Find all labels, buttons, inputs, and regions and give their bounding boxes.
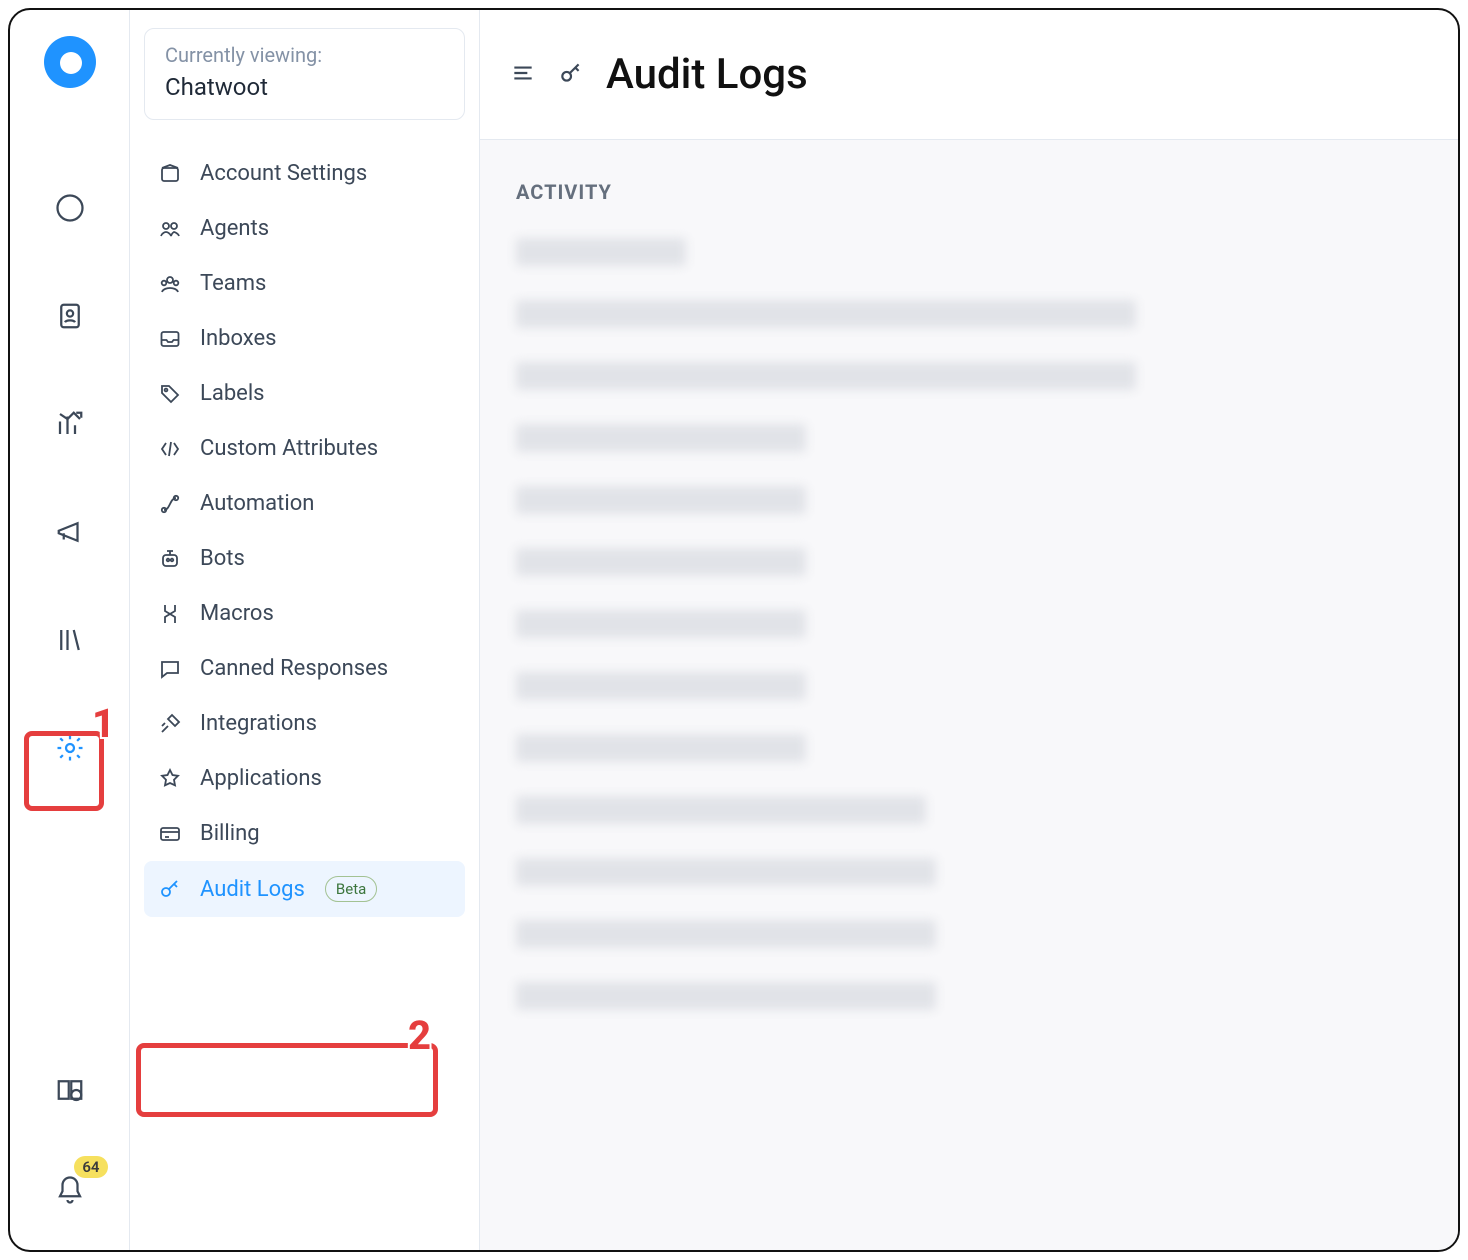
nav-settings[interactable] [50, 728, 90, 768]
sidebar-item-label: Account Settings [200, 161, 367, 186]
account-settings-icon [158, 162, 182, 186]
megaphone-icon [55, 517, 85, 547]
activity-row [516, 238, 686, 266]
sidebar-item-label: Automation [200, 491, 314, 516]
inboxes-icon [158, 327, 182, 351]
primary-nav-rail: 64 [10, 10, 130, 1250]
sidebar-item-label: Macros [200, 601, 274, 626]
activity-row [516, 796, 926, 824]
sidebar-item-label: Canned Responses [200, 656, 388, 681]
nav-docs[interactable] [50, 1070, 90, 1110]
topbar: Audit Logs [480, 10, 1458, 140]
settings-sidebar: Currently viewing: Chatwoot Account Sett… [130, 10, 480, 1250]
bots-icon [158, 547, 182, 571]
sidebar-item-integrations[interactable]: Integrations [144, 696, 465, 751]
nav-library[interactable] [50, 620, 90, 660]
activity-row [516, 982, 936, 1010]
notifications-badge: 64 [74, 1156, 107, 1178]
sidebar-item-canned-responses[interactable]: Canned Responses [144, 641, 465, 696]
activity-list [516, 238, 1422, 1010]
sidebar-item-label: Billing [200, 821, 260, 846]
chat-icon [55, 193, 85, 223]
activity-row [516, 672, 806, 700]
activity-section-title: ACTIVITY [516, 180, 1422, 204]
sidebar-item-applications[interactable]: Applications [144, 751, 465, 806]
chart-up-icon [55, 409, 85, 439]
nav-campaigns[interactable] [50, 512, 90, 552]
integrations-icon [158, 712, 182, 736]
sidebar-item-label: Bots [200, 546, 245, 571]
sidebar-item-agents[interactable]: Agents [144, 201, 465, 256]
nav-notifications[interactable]: 64 [50, 1170, 90, 1210]
sidebar-item-billing[interactable]: Billing [144, 806, 465, 861]
sidebar-item-label: Labels [200, 381, 265, 406]
sidebar-item-label: Applications [200, 766, 322, 791]
sidebar-item-macros[interactable]: Macros [144, 586, 465, 641]
sidebar-item-account-settings[interactable]: Account Settings [144, 146, 465, 201]
sidebar-item-labels[interactable]: Labels [144, 366, 465, 421]
activity-row [516, 424, 806, 452]
books-icon [55, 625, 85, 655]
agents-icon [158, 217, 182, 241]
sidebar-item-label: Agents [200, 216, 269, 241]
sidebar-item-label: Integrations [200, 711, 317, 736]
sidebar-item-label: Teams [200, 271, 266, 296]
sidebar-item-audit-logs[interactable]: Audit Logs Beta [144, 861, 465, 917]
activity-row [516, 610, 806, 638]
account-switcher-label: Currently viewing: [165, 43, 444, 67]
activity-row [516, 858, 936, 886]
teams-icon [158, 272, 182, 296]
book-globe-icon [55, 1075, 85, 1105]
app-logo[interactable] [44, 36, 96, 88]
sidebar-item-label: Inboxes [200, 326, 277, 351]
sidebar-item-automation[interactable]: Automation [144, 476, 465, 531]
key-icon [558, 60, 584, 86]
account-switcher[interactable]: Currently viewing: Chatwoot [144, 28, 465, 120]
audit-logs-icon [158, 877, 182, 901]
contact-book-icon [55, 301, 85, 331]
billing-icon [158, 822, 182, 846]
sidebar-item-bots[interactable]: Bots [144, 531, 465, 586]
macros-icon [158, 602, 182, 626]
activity-row [516, 734, 806, 762]
account-switcher-name: Chatwoot [165, 73, 444, 101]
sidebar-item-label: Audit Logs [200, 877, 305, 902]
nav-contacts[interactable] [50, 296, 90, 336]
activity-row [516, 486, 806, 514]
page-title: Audit Logs [606, 50, 808, 99]
hamburger-icon [510, 60, 536, 86]
gear-icon [55, 733, 85, 763]
activity-row [516, 548, 806, 576]
canned-responses-icon [158, 657, 182, 681]
bell-icon [55, 1175, 85, 1205]
main-content: Audit Logs ACTIVITY [480, 10, 1458, 1250]
sidebar-item-label: Custom Attributes [200, 436, 378, 461]
nav-reports[interactable] [50, 404, 90, 444]
sidebar-toggle[interactable] [510, 60, 536, 90]
sidebar-item-inboxes[interactable]: Inboxes [144, 311, 465, 366]
sidebar-item-custom-attributes[interactable]: Custom Attributes [144, 421, 465, 476]
activity-row [516, 300, 1136, 328]
sidebar-item-teams[interactable]: Teams [144, 256, 465, 311]
automation-icon [158, 492, 182, 516]
applications-icon [158, 767, 182, 791]
nav-conversations[interactable] [50, 188, 90, 228]
labels-icon [158, 382, 182, 406]
page-icon [558, 60, 584, 90]
activity-row [516, 920, 936, 948]
beta-badge: Beta [325, 876, 377, 902]
custom-attributes-icon [158, 437, 182, 461]
activity-row [516, 362, 1136, 390]
